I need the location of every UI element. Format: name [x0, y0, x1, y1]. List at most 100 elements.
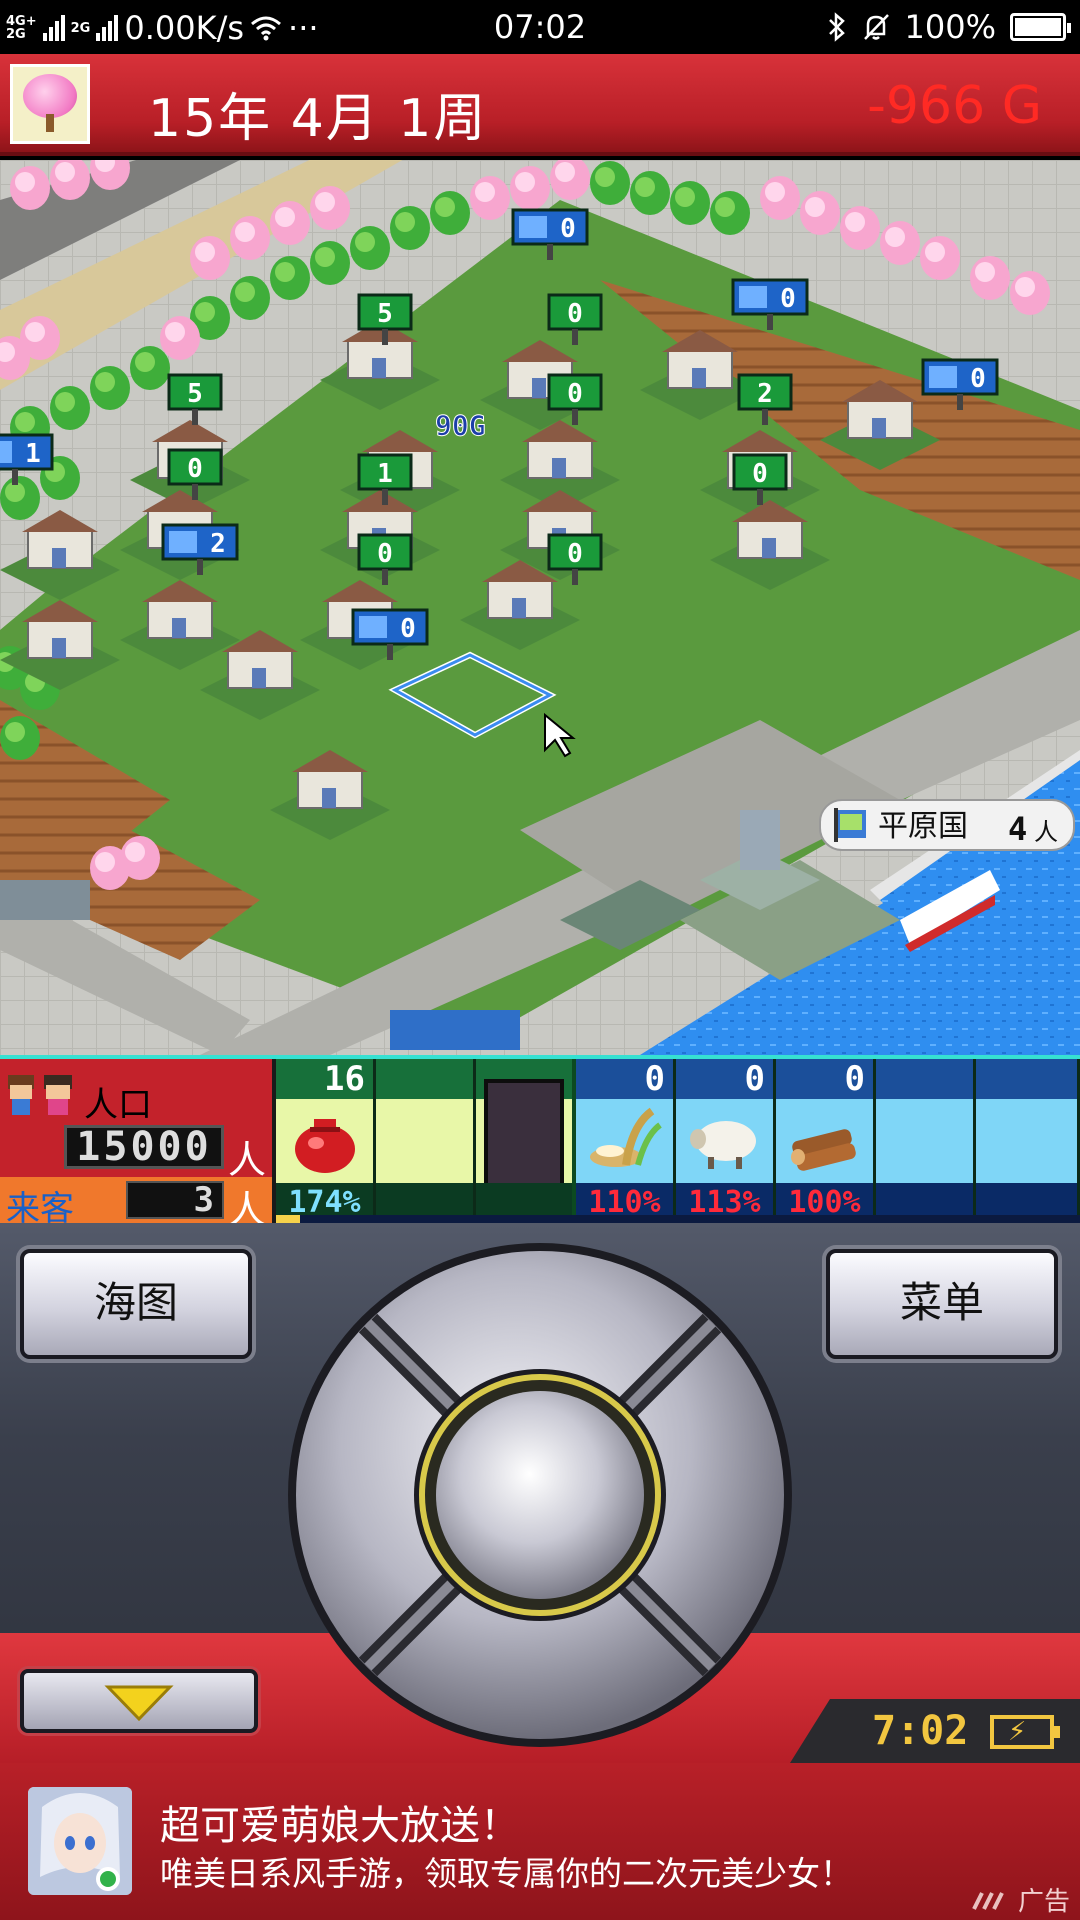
- tree: [670, 181, 710, 225]
- resource-count: [376, 1059, 473, 1099]
- population-unit: 人: [228, 1138, 267, 1182]
- tree: [20, 316, 60, 360]
- resource-slot[interactable]: 0 110%: [576, 1059, 676, 1223]
- controller-panel: 海图 菜单 7:02 ⚡: [0, 1223, 1080, 1763]
- flag-icon: [834, 808, 866, 842]
- tree: [920, 236, 960, 280]
- ad-tag: 广告: [972, 1881, 1070, 1918]
- resource-slot[interactable]: 0 113%: [676, 1059, 776, 1223]
- tree: [0, 476, 40, 520]
- resource-hud: 人口 15000 人 来客 3 人 16 174% 0 110% 0 113% 0 100%: [0, 1055, 1080, 1232]
- tree: [10, 166, 50, 210]
- port-name: 平原国: [878, 810, 968, 843]
- directional-pad[interactable]: [284, 1239, 796, 1751]
- ad-banner[interactable]: 超可爱萌娘大放送！ 唯美日系风手游，领取专属你的二次元美少女！ 广告: [0, 1763, 1080, 1920]
- tree: [350, 226, 390, 270]
- tree: [310, 241, 350, 285]
- tree: [1010, 271, 1050, 315]
- population-label: 人口: [84, 1085, 152, 1125]
- tree: [390, 206, 430, 250]
- game-date: 15年 4月 1周: [148, 89, 488, 149]
- building-sign-value: 2: [210, 529, 226, 559]
- resource-slot[interactable]: 0 100%: [776, 1059, 876, 1223]
- tree: [510, 166, 550, 210]
- mute-bell-icon: [863, 14, 889, 40]
- tree: [0, 716, 40, 760]
- building-sign-value: 0: [187, 454, 203, 484]
- building-sign-value: 5: [187, 379, 203, 409]
- battery-percent: 100%: [904, 8, 996, 46]
- resource-slot[interactable]: [976, 1059, 1080, 1223]
- tree: [230, 276, 270, 320]
- tree: [760, 176, 800, 220]
- income-popup: 90G: [435, 409, 486, 442]
- building-sign-value: 0: [970, 364, 986, 394]
- tree: [880, 221, 920, 265]
- battery-icon: [1010, 13, 1071, 41]
- tree: [230, 216, 270, 260]
- tree: [430, 191, 470, 235]
- tree: [90, 366, 130, 410]
- ad-logo-icon: [972, 1891, 1004, 1910]
- tree: [970, 256, 1010, 300]
- tree: [160, 316, 200, 360]
- building-sign-value: 0: [567, 539, 583, 569]
- ad-thumbnail[interactable]: [28, 1787, 132, 1895]
- building-sign-value: 0: [400, 614, 416, 644]
- money-bag-icon: [295, 1119, 355, 1173]
- tree: [270, 256, 310, 300]
- ad-tag-label: 广告: [1017, 1887, 1070, 1917]
- resource-slot[interactable]: 16 174%: [276, 1059, 376, 1223]
- tree: [120, 836, 160, 880]
- resource-count: 0: [776, 1059, 873, 1099]
- building-sign-value: 0: [560, 214, 576, 244]
- resource-count: 0: [576, 1059, 673, 1099]
- building-sign-value: 0: [567, 379, 583, 409]
- population-panel: 人口 15000 人 来客 3 人: [0, 1059, 272, 1232]
- resource-slots: 16 174% 0 110% 0 113% 0 100%: [276, 1059, 1080, 1223]
- building-sign-value: 0: [752, 459, 768, 489]
- tree: [840, 206, 880, 250]
- tree: [470, 176, 510, 220]
- tree: [590, 161, 630, 205]
- visitor-value: 3: [126, 1181, 224, 1219]
- port-label[interactable]: 平原国 4 人: [819, 799, 1075, 851]
- sheep-icon: [690, 1121, 756, 1169]
- resource-count: 16: [276, 1059, 373, 1099]
- tree: [710, 191, 750, 235]
- cherry-blossom-tree-icon[interactable]: [10, 64, 90, 144]
- residents-icon: [8, 1075, 72, 1115]
- bluetooth-icon: [828, 12, 845, 42]
- dpad-center-button[interactable]: [436, 1391, 644, 1599]
- visitor-row: 来客 3 人: [0, 1177, 272, 1232]
- game-header: 15年 4月 1周 -966 G: [0, 54, 1080, 156]
- resource-slot[interactable]: [476, 1059, 576, 1223]
- population-value: 15000: [64, 1125, 224, 1169]
- town-view[interactable]: 5 0 0 0 5 0 2 0 0 1 0 1 0 2 0 0 90G 平原国 4 人: [0, 160, 1080, 1055]
- money-balance: -966 G: [867, 76, 1042, 136]
- game-clock: 7:02: [872, 1708, 969, 1754]
- tree: [190, 236, 230, 280]
- menu-button[interactable]: 菜单: [826, 1249, 1058, 1359]
- rice-icon: [590, 1107, 662, 1167]
- tree: [310, 186, 350, 230]
- port-count: 4: [1008, 810, 1027, 848]
- sea-map-button[interactable]: 海图: [20, 1249, 252, 1359]
- tree: [630, 171, 670, 215]
- resource-count: [976, 1059, 1077, 1099]
- tree: [130, 346, 170, 390]
- ad-title: 超可爱萌娘大放送！: [160, 1803, 520, 1849]
- collapse-button[interactable]: [20, 1669, 258, 1733]
- status-bar: 4G+ 2G 2G 0.00K/s ··· 07:02 100%: [0, 0, 1080, 54]
- tree: [800, 191, 840, 235]
- tree: [270, 201, 310, 245]
- chevron-down-icon: [104, 1685, 174, 1722]
- resource-slot[interactable]: [376, 1059, 476, 1223]
- building-sign-value: 0: [567, 299, 583, 329]
- game-map[interactable]: 5 0 0 0 5 0 2 0 0 1 0 1 0 2 0 0 90G 平原国 4 人: [0, 160, 1080, 1055]
- resource-slot[interactable]: [876, 1059, 976, 1223]
- building-sign-value: 1: [25, 439, 41, 469]
- resource-count: [876, 1059, 973, 1099]
- building-sign-value: 5: [377, 299, 393, 329]
- lumber-icon: [791, 1129, 856, 1171]
